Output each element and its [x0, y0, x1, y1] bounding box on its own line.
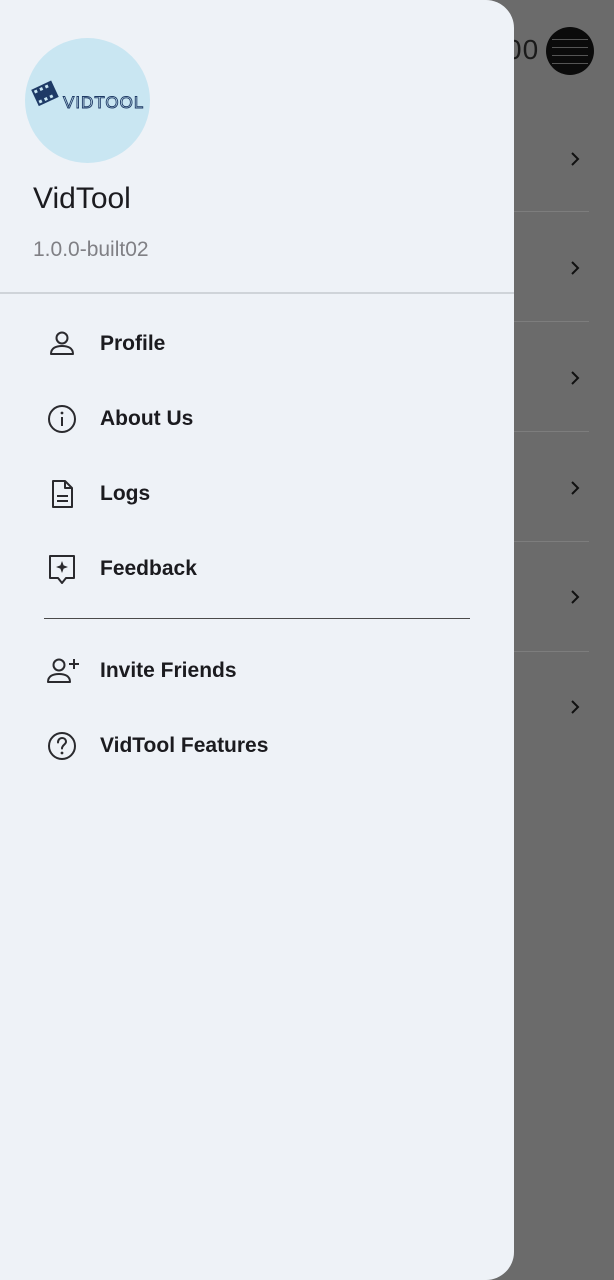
info-icon — [48, 405, 76, 433]
menu-item-profile[interactable]: Profile — [0, 314, 514, 374]
chevron-right-icon — [571, 152, 580, 166]
menu-item-about-us[interactable]: About Us — [0, 389, 514, 449]
menu-item-label: Logs — [100, 482, 151, 505]
chevron-right-icon — [571, 700, 580, 714]
menu-item-label: Profile — [100, 332, 166, 355]
chevron-right-icon — [571, 371, 580, 385]
menu-divider — [44, 618, 470, 619]
app-logo: VIDTOOL — [25, 38, 150, 163]
film-reel-icon: VIDTOOL — [31, 80, 144, 112]
menu-item-label: VidTool Features — [100, 734, 269, 757]
document-icon — [52, 480, 73, 508]
menu-item-label: About Us — [100, 407, 194, 430]
menu-item-vidtool-features[interactable]: VidTool Features — [0, 716, 514, 776]
navigation-drawer: VIDTOOL VidTool 1.0.0-built02 Profile Ab… — [0, 0, 514, 1280]
menu-item-label: Invite Friends — [100, 659, 237, 682]
chevron-right-icon — [571, 590, 580, 604]
person-icon — [50, 331, 74, 355]
help-icon — [48, 732, 76, 760]
chevron-right-icon — [571, 261, 580, 275]
menu-item-logs[interactable]: Logs — [0, 464, 514, 524]
menu-item-feedback[interactable]: Feedback — [0, 539, 514, 599]
logo-wordmark: VIDTOOL — [63, 93, 144, 112]
app-name: VidTool — [33, 182, 131, 215]
header-divider — [0, 292, 514, 294]
background-avatar — [546, 27, 594, 75]
feedback-icon — [49, 555, 75, 584]
person-add-icon — [47, 658, 79, 683]
menu-item-invite-friends[interactable]: Invite Friends — [0, 641, 514, 701]
menu-item-label: Feedback — [100, 557, 197, 580]
app-version: 1.0.0-built02 — [33, 238, 149, 261]
chevron-right-icon — [571, 481, 580, 495]
